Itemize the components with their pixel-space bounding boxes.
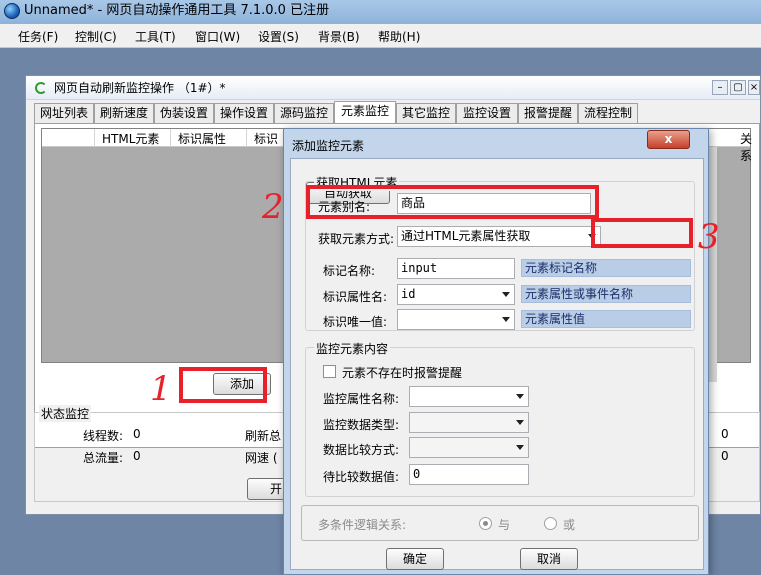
app-globe-icon <box>4 3 20 19</box>
traffic-label: 总流量: <box>83 451 124 465</box>
annotation-box-add <box>179 367 267 403</box>
id-attr-select-value: id <box>401 287 416 301</box>
column-separator <box>246 129 247 147</box>
tab-refresh-speed[interactable]: 刷新速度 <box>94 103 154 123</box>
column-id[interactable]: 标识 <box>254 130 278 147</box>
status-group-title: 状态监控 <box>39 405 92 422</box>
unique-value-select[interactable] <box>397 309 515 330</box>
close-icon[interactable]: × <box>748 80 760 95</box>
annotation-box-auto <box>591 218 693 248</box>
annotation-marker-1: 1 <box>150 369 172 409</box>
data-type-label: 监控数据类型: <box>323 418 400 432</box>
column-html-element[interactable]: HTML元素 <box>102 130 159 147</box>
tab-operation[interactable]: 操作设置 <box>214 103 274 123</box>
monitor-attr-select[interactable] <box>409 386 529 407</box>
id-attr-select[interactable]: id <box>397 284 515 305</box>
unique-value-label: 标识唯一值: <box>323 315 388 329</box>
logic-and-label: 与 <box>498 518 511 532</box>
tab-strip: 网址列表 刷新速度 伪装设置 操作设置 源码监控 元素监控 其它监控 监控设置 … <box>34 101 760 123</box>
tab-alarm[interactable]: 报警提醒 <box>518 103 578 123</box>
tab-url-list[interactable]: 网址列表 <box>34 103 94 123</box>
logic-label: 多条件逻辑关系: <box>318 518 407 532</box>
method-select-value: 通过HTML元素属性获取 <box>401 229 531 243</box>
chevron-down-icon <box>502 292 510 297</box>
column-relation[interactable]: 关系 <box>740 130 752 164</box>
chevron-down-icon <box>516 394 524 399</box>
start-button[interactable]: 开 <box>247 478 287 500</box>
id-attr-hint: 元素属性或事件名称 <box>521 285 691 303</box>
logic-or-radio[interactable] <box>544 517 557 530</box>
menu-task[interactable]: 任务(F) <box>18 28 58 45</box>
annotation-marker-3: 3 <box>698 217 720 257</box>
refresh-icon <box>35 82 47 94</box>
logic-group: 多条件逻辑关系: 与 或 <box>301 505 699 541</box>
chevron-down-icon <box>502 317 510 322</box>
traffic-value: 0 <box>133 449 141 463</box>
data-type-select[interactable] <box>409 412 529 433</box>
compare-value-input[interactable]: 0 <box>409 464 529 485</box>
chevron-down-icon <box>516 445 524 450</box>
child-title: 网页自动刷新监控操作 （1#）* <box>54 81 226 95</box>
threads-value: 0 <box>133 427 141 441</box>
menu-background[interactable]: 背景(B) <box>318 28 360 45</box>
list-scrollbar[interactable] <box>709 147 717 382</box>
tab-element-monitor[interactable]: 元素监控 <box>334 101 396 123</box>
tab-monitor-settings[interactable]: 监控设置 <box>456 103 518 123</box>
refresh-total-label: 刷新总 <box>245 429 282 443</box>
unique-value-hint: 元素属性值 <box>521 310 691 328</box>
dialog-title: 添加监控元素 <box>292 139 365 153</box>
minimize-icon[interactable]: – <box>712 80 728 95</box>
monitor-content-group-title: 监控元素内容 <box>314 340 391 357</box>
tab-flow-control[interactable]: 流程控制 <box>578 103 638 123</box>
speed-label: 网速 ( <box>245 451 278 465</box>
cancel-button[interactable]: 取消 <box>520 548 578 570</box>
restore-icon[interactable]: ▢ <box>730 80 746 95</box>
menu-help[interactable]: 帮助(H) <box>378 28 420 45</box>
app-title-bar: Unnamed* - 网页自动操作通用工具 7.1.0.0 已注册 <box>0 0 761 24</box>
threads-label: 线程数: <box>83 429 124 443</box>
id-attr-label: 标识属性名: <box>323 290 388 304</box>
app-title: Unnamed* - 网页自动操作通用工具 7.1.0.0 已注册 <box>24 3 330 18</box>
menu-bar: 任务(F) 控制(C) 工具(T) 窗口(W) 设置(S) 背景(B) 帮助(H… <box>0 24 761 48</box>
logic-and-radio[interactable] <box>479 517 492 530</box>
annotation-marker-2: 2 <box>262 187 284 227</box>
monitor-attr-label: 监控属性名称: <box>323 392 400 406</box>
alarm-checkbox-label: 元素不存在时报警提醒 <box>342 366 463 380</box>
annotation-box-alias <box>306 185 599 219</box>
status-value-right-2: 0 <box>721 449 729 463</box>
logic-or-label: 或 <box>563 518 576 532</box>
menu-tools[interactable]: 工具(T) <box>135 28 176 45</box>
child-title-bar: 网页自动刷新监控操作 （1#）* <box>26 76 760 100</box>
status-value-right-1: 0 <box>721 427 729 441</box>
menu-control[interactable]: 控制(C) <box>75 28 117 45</box>
column-separator <box>94 129 95 147</box>
menu-settings[interactable]: 设置(S) <box>258 28 299 45</box>
tag-name-input[interactable]: input <box>397 258 515 279</box>
monitor-content-group: 监控元素内容 元素不存在时报警提醒 监控属性名称: 监控数据类型: 数据比较方式… <box>305 340 695 497</box>
tab-disguise[interactable]: 伪装设置 <box>154 103 214 123</box>
compare-method-select[interactable] <box>409 437 529 458</box>
dialog-close-button[interactable]: x <box>647 130 690 149</box>
tag-name-label: 标记名称: <box>323 264 376 278</box>
compare-value-label: 待比较数据值: <box>323 470 400 484</box>
ok-button[interactable]: 确定 <box>386 548 444 570</box>
column-separator <box>170 129 171 147</box>
tag-name-hint: 元素标记名称 <box>521 259 691 277</box>
alarm-checkbox[interactable] <box>323 365 336 378</box>
chevron-down-icon <box>516 420 524 425</box>
method-select[interactable]: 通过HTML元素属性获取 <box>397 226 601 247</box>
menu-window[interactable]: 窗口(W) <box>195 28 240 45</box>
method-label: 获取元素方式: <box>318 232 395 246</box>
compare-method-label: 数据比较方式: <box>323 443 400 457</box>
tab-other-monitor[interactable]: 其它监控 <box>396 103 456 123</box>
tab-source-monitor[interactable]: 源码监控 <box>274 103 334 123</box>
column-id-attr[interactable]: 标识属性 <box>178 130 226 147</box>
